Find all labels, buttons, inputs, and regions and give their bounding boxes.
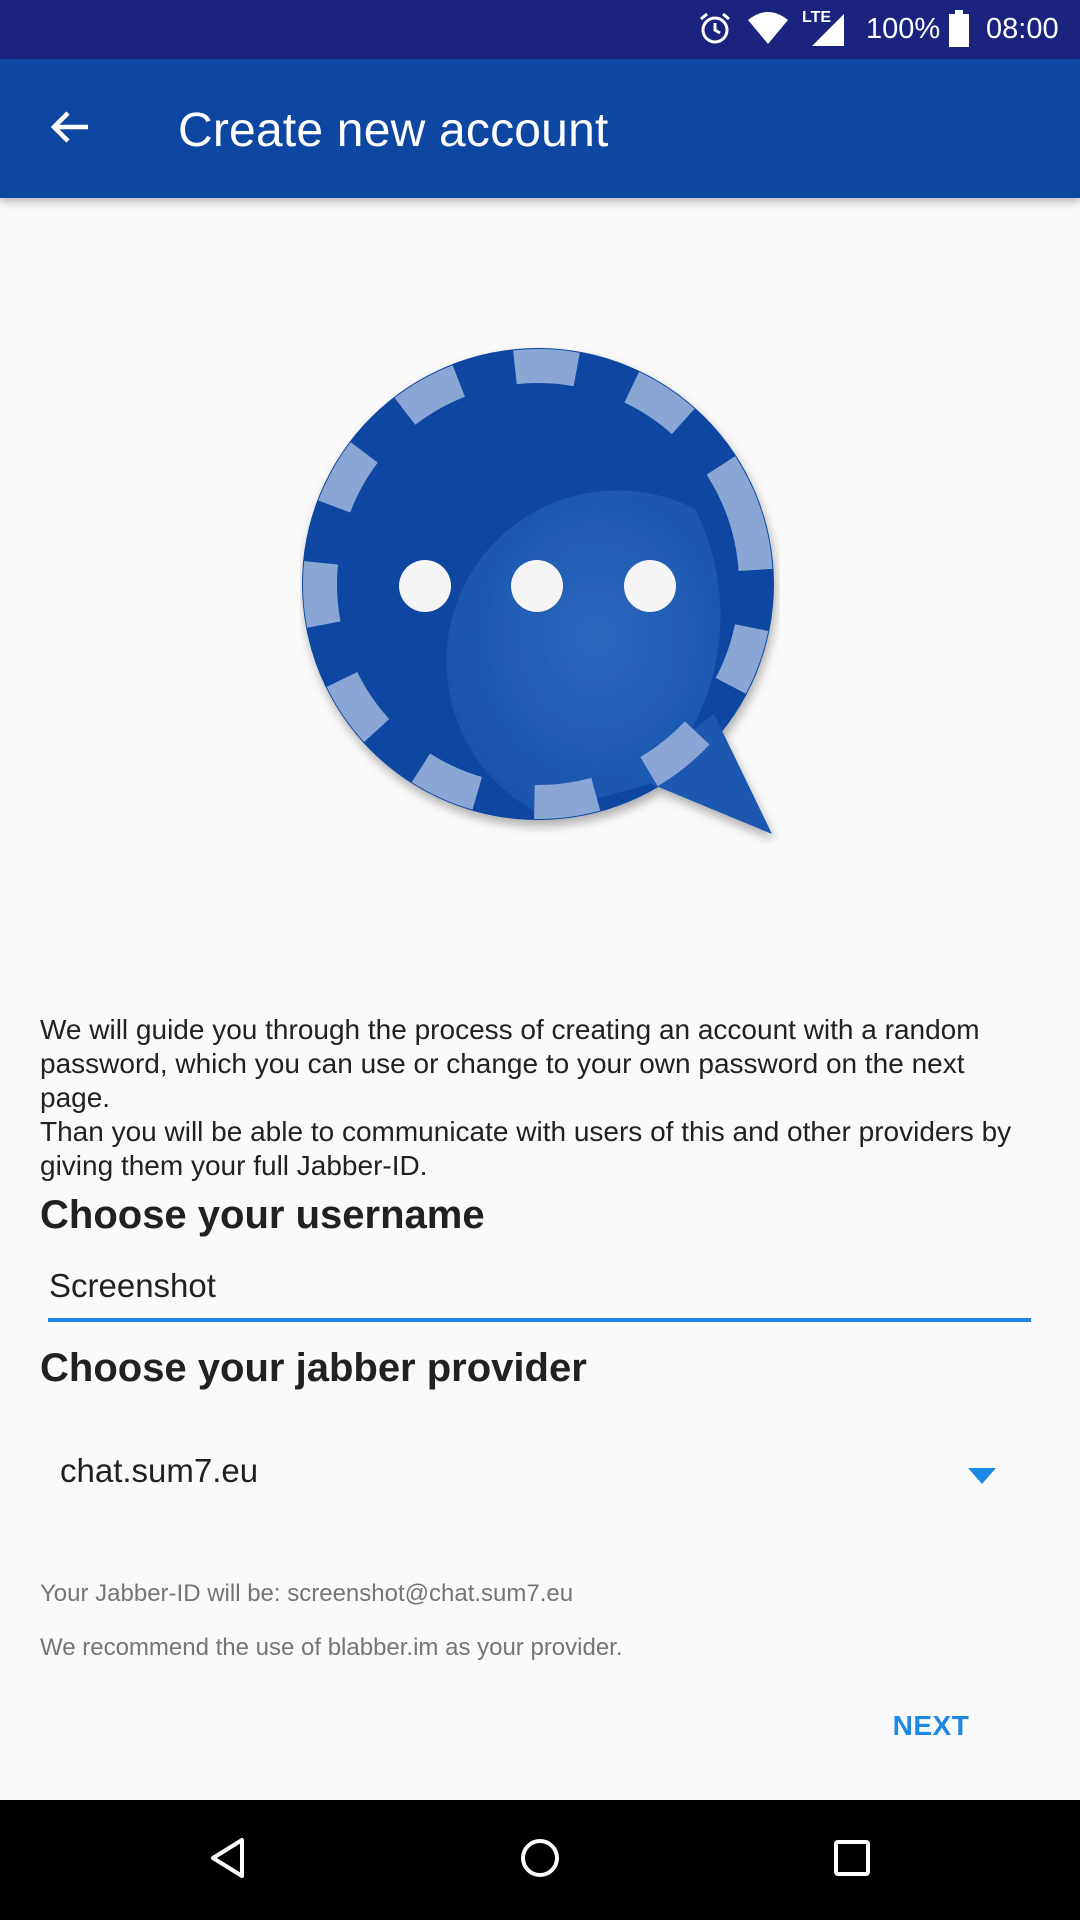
nav-back-button[interactable]	[198, 1830, 258, 1890]
jabber-id-preview: Your Jabber-ID will be: screenshot@chat.…	[40, 1580, 574, 1607]
intro-paragraph-1: We will guide you through the process of…	[40, 1014, 980, 1113]
network-type-label: LTE	[802, 9, 832, 26]
app-logo	[300, 344, 780, 844]
provider-heading: Choose your jabber provider	[40, 1346, 587, 1390]
navigation-bar	[0, 1800, 1080, 1920]
battery-icon	[948, 10, 970, 53]
clock: 08:00	[986, 13, 1059, 45]
battery-percent: 100%	[866, 13, 941, 45]
provider-dropdown[interactable]: chat.sum7.eu	[40, 1440, 1020, 1510]
nav-home-button[interactable]	[510, 1830, 570, 1890]
arrow-back-icon	[48, 105, 92, 154]
status-bar: LTE 100% 08:00	[0, 0, 1080, 59]
username-heading: Choose your username	[40, 1193, 485, 1237]
username-input[interactable]	[48, 1262, 1031, 1322]
provider-selected-value: chat.sum7.eu	[60, 1452, 259, 1489]
wifi-icon	[747, 10, 789, 51]
page-title: Create new account	[178, 104, 609, 157]
nav-recents-button[interactable]	[822, 1830, 882, 1890]
home-circle-icon	[518, 1836, 562, 1885]
next-button[interactable]: NEXT	[876, 1700, 986, 1752]
provider-recommendation: We recommend the use of blabber.im as yo…	[40, 1634, 623, 1661]
app-bar: Create new account	[0, 59, 1080, 198]
back-triangle-icon	[208, 1836, 248, 1885]
intro-text: We will guide you through the process of…	[40, 1013, 1040, 1183]
alarm-icon	[697, 10, 733, 51]
back-button[interactable]	[38, 97, 102, 161]
recents-square-icon	[832, 1838, 872, 1883]
intro-paragraph-2: Than you will be able to communicate wit…	[40, 1116, 1012, 1181]
dropdown-arrow-icon	[968, 1468, 996, 1489]
